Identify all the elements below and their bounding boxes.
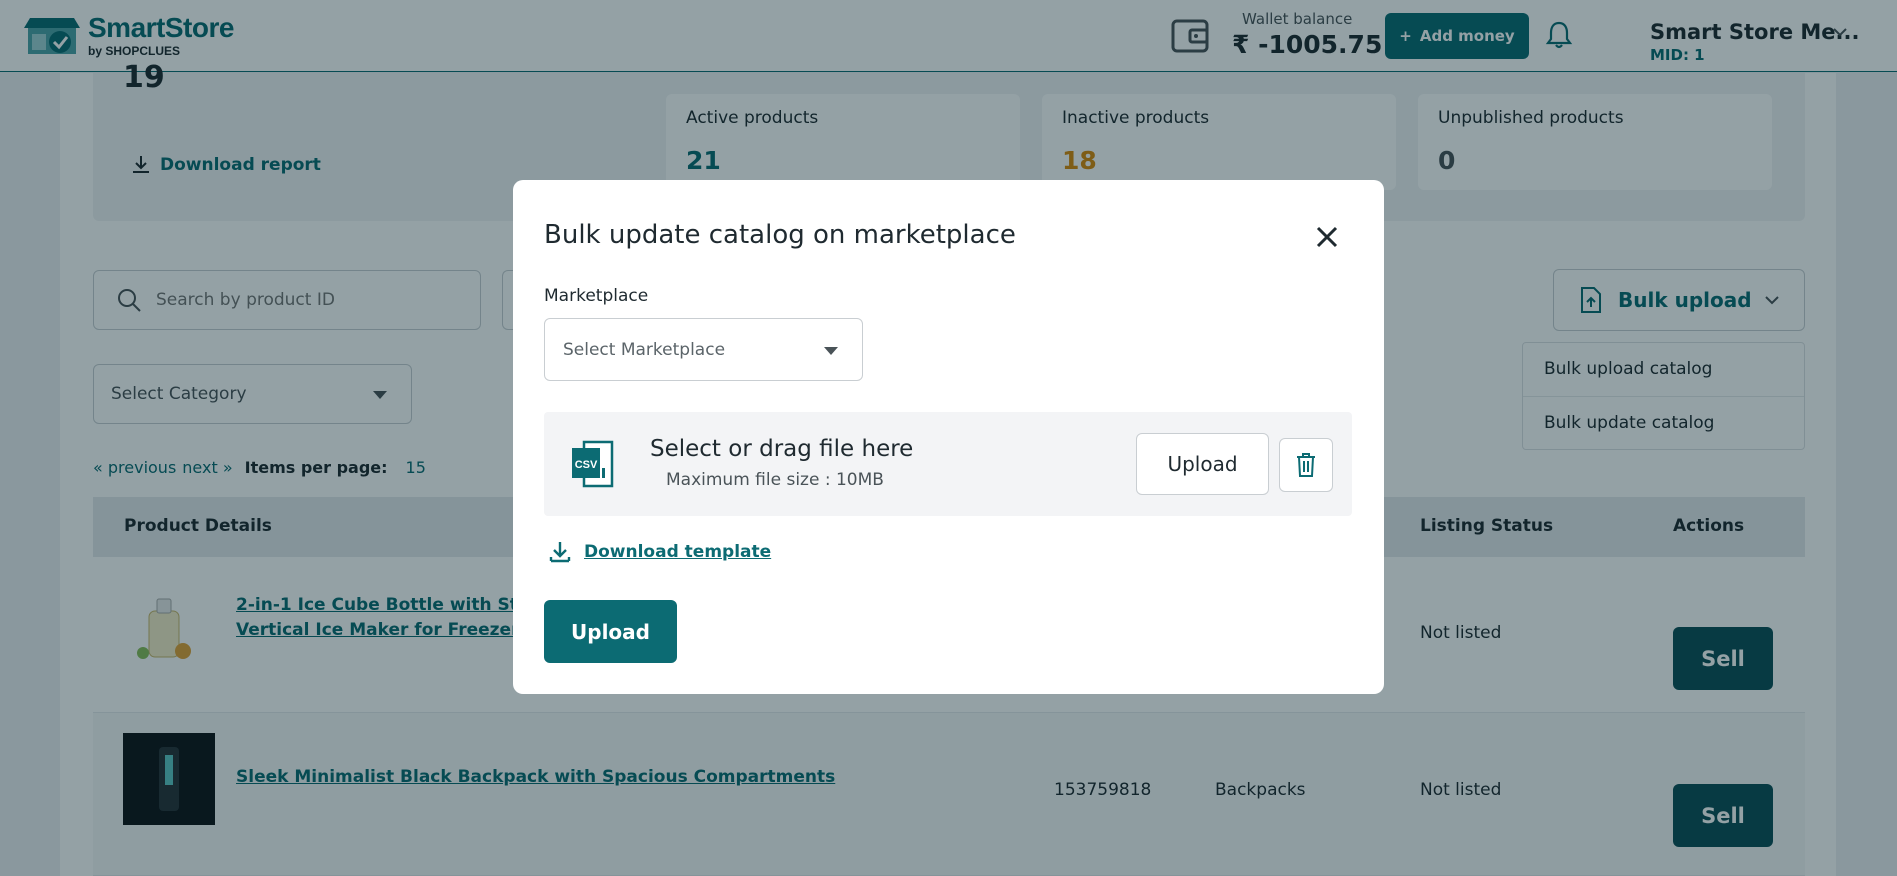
bulk-update-modal: Bulk update catalog on marketplace Marke…: [513, 180, 1384, 694]
file-upload-button[interactable]: Upload: [1136, 433, 1269, 495]
caret-down-icon: [824, 347, 838, 355]
marketplace-select[interactable]: Select Marketplace: [544, 318, 863, 381]
csv-file-icon: CSV: [572, 440, 614, 488]
dropzone-title: Select or drag file here: [650, 436, 914, 462]
download-template-link[interactable]: Download template: [548, 540, 771, 564]
file-dropzone[interactable]: CSV Select or drag file here Maximum fil…: [544, 412, 1352, 516]
marketplace-select-value: Select Marketplace: [563, 339, 726, 360]
download-template-label: Download template: [584, 542, 772, 562]
close-icon[interactable]: [1313, 223, 1341, 251]
csv-icon-text: CSV: [575, 459, 598, 471]
delete-file-button[interactable]: [1279, 438, 1333, 492]
upload-submit-button[interactable]: Upload: [544, 600, 677, 663]
modal-title: Bulk update catalog on marketplace: [544, 220, 1016, 250]
download-icon: [549, 542, 571, 563]
trash-icon: [1297, 453, 1315, 477]
dropzone-subtitle: Maximum file size : 10MB: [666, 470, 884, 490]
marketplace-label: Marketplace: [544, 286, 649, 306]
